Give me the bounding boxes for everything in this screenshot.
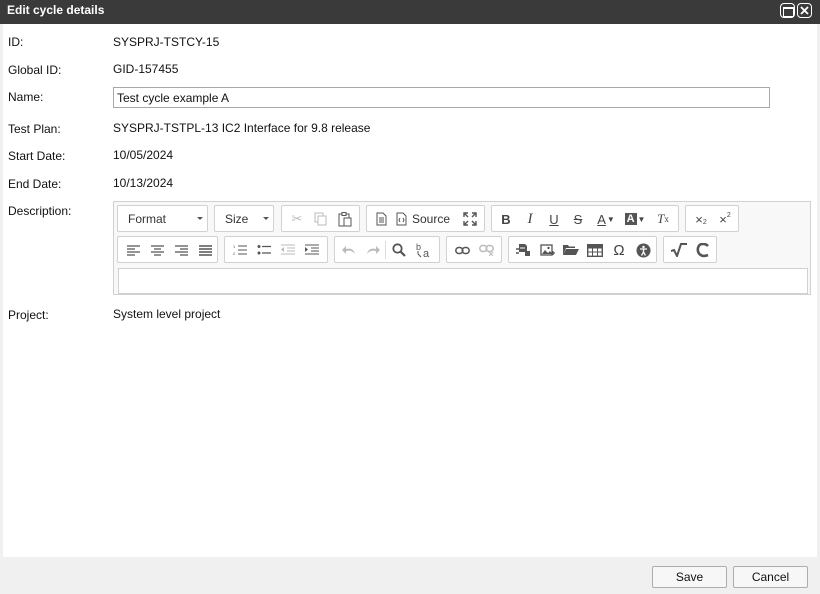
strikethrough-icon[interactable]: S <box>569 209 587 229</box>
accessibility-icon[interactable] <box>633 240 653 260</box>
close-icon[interactable] <box>797 3 812 18</box>
background-color-icon[interactable]: A ▼ <box>622 209 648 229</box>
table-icon[interactable] <box>585 240 605 260</box>
source-button-label: Source <box>412 212 451 226</box>
bold-icon[interactable]: B <box>497 209 515 229</box>
cancel-button[interactable]: Cancel <box>733 566 808 588</box>
chemistry-icon[interactable] <box>692 240 714 260</box>
name-label: Name: <box>8 90 44 104</box>
replace-icon[interactable]: ba <box>413 240 435 260</box>
special-char-icon[interactable]: Ω <box>609 240 629 260</box>
underline-icon[interactable]: U <box>545 209 563 229</box>
source-button[interactable]: Source <box>396 209 456 229</box>
chevron-down-icon <box>197 217 203 220</box>
search-icon[interactable] <box>389 240 409 260</box>
end-date-value: 10/13/2024 <box>113 176 174 190</box>
indent-icon[interactable] <box>302 240 322 260</box>
insert-image-icon[interactable] <box>537 240 557 260</box>
format-combo-label: Format <box>128 212 167 226</box>
global-id-label: Global ID: <box>8 63 62 77</box>
insert-group: Ω <box>508 236 657 263</box>
paste-icon[interactable] <box>335 209 355 229</box>
unlink-icon[interactable] <box>475 240 497 260</box>
format-combo[interactable]: Format <box>117 205 208 232</box>
maximize-icon[interactable] <box>780 3 795 18</box>
id-label: ID: <box>8 35 24 49</box>
size-combo-label: Size <box>225 212 249 226</box>
description-label: Description: <box>8 204 72 218</box>
project-value: System level project <box>113 307 221 321</box>
svg-text:1: 1 <box>233 244 236 249</box>
bulleted-list-icon[interactable] <box>254 240 274 260</box>
alignment-group <box>117 236 218 263</box>
svg-text:b: b <box>416 242 421 252</box>
script-group: × 2 × 2 <box>685 205 739 232</box>
subscript-icon[interactable]: × 2 <box>690 209 712 229</box>
align-center-icon[interactable] <box>147 240 167 260</box>
cut-icon[interactable]: ✂ <box>288 209 306 229</box>
link-group <box>446 236 502 263</box>
start-date-label: Start Date: <box>8 149 66 163</box>
name-input[interactable] <box>113 87 770 108</box>
list-group: 12 <box>224 236 328 263</box>
chevron-down-icon <box>263 217 269 220</box>
svg-text:a: a <box>423 248 430 258</box>
undo-icon[interactable] <box>339 240 359 260</box>
dialog-title: Edit cycle details <box>7 3 105 17</box>
folder-icon[interactable] <box>561 240 581 260</box>
clipboard-group: ✂ <box>281 205 360 232</box>
document-icon[interactable] <box>372 209 390 229</box>
basic-styles-group: B I U S A ▼ A ▼ Tx <box>491 205 679 232</box>
document-group: Source <box>366 205 485 232</box>
math-group <box>663 236 717 263</box>
link-icon[interactable] <box>451 240 473 260</box>
math-formula-icon[interactable] <box>668 240 690 260</box>
test-plan-label: Test Plan: <box>8 122 61 136</box>
align-left-icon[interactable] <box>123 240 143 260</box>
redo-icon[interactable] <box>363 240 383 260</box>
maximize-editor-icon[interactable] <box>460 209 480 229</box>
test-plan-value: SYSPRJ-TSTPL-13 IC2 Interface for 9.8 re… <box>113 121 371 135</box>
dialog-titlebar: Edit cycle details <box>0 0 820 24</box>
start-date-value: 10/05/2024 <box>113 148 174 162</box>
superscript-icon[interactable]: × 2 <box>714 209 736 229</box>
copy-icon[interactable] <box>311 209 329 229</box>
project-label: Project: <box>8 308 49 322</box>
description-editor: Format Size ✂ Source B I U S A ▼ A ▼ T x… <box>113 201 811 295</box>
text-color-icon[interactable]: A ▼ <box>594 209 618 229</box>
outdent-icon[interactable] <box>278 240 298 260</box>
undo-find-group: ba <box>334 236 440 263</box>
dialog-footer: Save Cancel <box>0 557 820 594</box>
save-button[interactable]: Save <box>652 566 727 588</box>
numbered-list-icon[interactable]: 12 <box>230 240 250 260</box>
description-textarea[interactable] <box>118 268 808 294</box>
global-id-value: GID-157455 <box>113 62 179 76</box>
svg-text:2: 2 <box>233 251 236 256</box>
align-justify-icon[interactable] <box>195 240 215 260</box>
id-value: SYSPRJ-TSTCY-15 <box>113 35 220 49</box>
size-combo[interactable]: Size <box>214 205 274 232</box>
italic-icon[interactable]: I <box>521 209 539 229</box>
end-date-label: End Date: <box>8 177 62 191</box>
remove-format-icon[interactable]: Tx <box>652 209 674 229</box>
insert-media-icon[interactable] <box>513 240 533 260</box>
dialog-body: ID: SYSPRJ-TSTCY-15 Global ID: GID-15745… <box>3 24 817 557</box>
align-right-icon[interactable] <box>171 240 191 260</box>
